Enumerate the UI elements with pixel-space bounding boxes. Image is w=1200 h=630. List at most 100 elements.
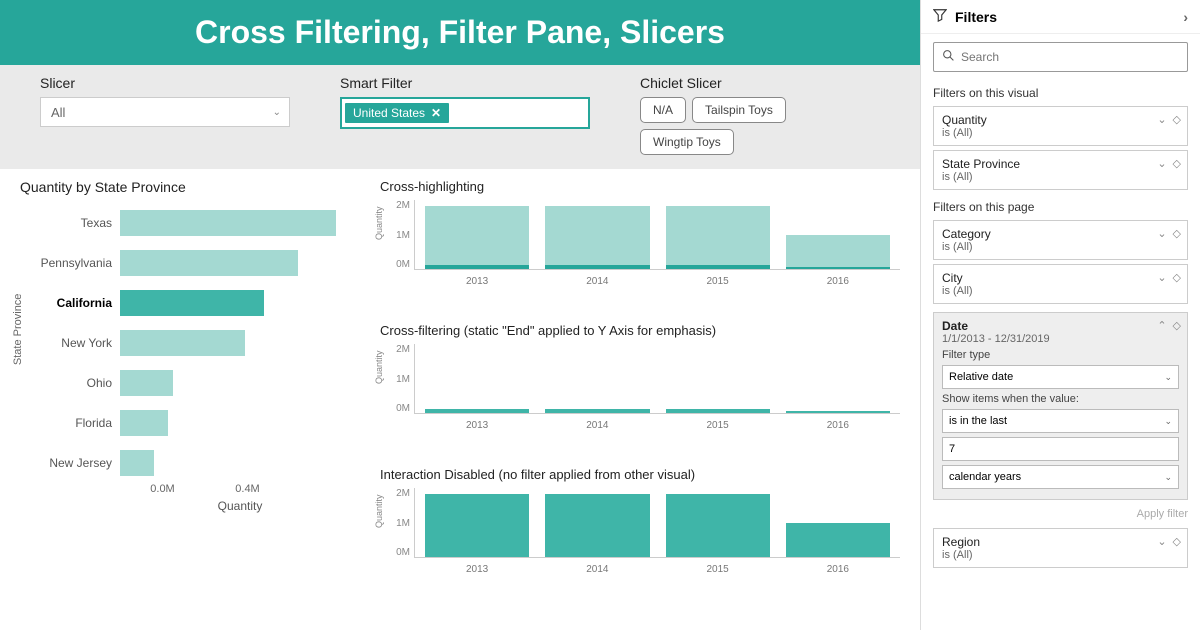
chiclet-button[interactable]: Tailspin Toys [692,97,786,123]
y-tick: 1M [380,374,410,385]
slicer-label: Slicer [40,75,290,91]
chevron-down-icon[interactable]: ⌄ [1157,157,1166,170]
column-bar[interactable] [666,265,770,269]
x-tick: 2016 [827,564,849,575]
column-chart[interactable]: Cross-highlighting Quantity 2M1M0M 20132… [380,179,900,309]
column-bar[interactable] [666,206,770,269]
column-bar[interactable] [786,523,890,558]
x-tick: 2014 [586,276,608,287]
chevron-down-icon: ⌄ [1164,472,1172,483]
smart-filter-label: Smart Filter [340,75,590,91]
filter-card[interactable]: Category is (All) ⌄◇ [933,220,1188,260]
hbar-chart[interactable]: Quantity by State Province State Provinc… [20,179,360,630]
filter-card-date[interactable]: Date 1/1/2013 - 12/31/2019 ⌃◇ Filter typ… [933,312,1188,500]
column-chart[interactable]: Cross-filtering (static "End" applied to… [380,323,900,453]
column-bar[interactable] [786,411,890,413]
number-input[interactable]: 7 [942,437,1179,461]
x-tick: 2013 [466,276,488,287]
date-range: 1/1/2013 - 12/31/2019 [942,333,1179,345]
hbar-bar[interactable] [120,210,336,236]
column-bar[interactable] [545,206,649,269]
x-tick: 2015 [707,420,729,431]
y-axis-label: Quantity [374,350,384,384]
section-visual-label: Filters on this visual [921,80,1200,102]
smart-filter-chip[interactable]: United States ✕ [345,103,449,123]
chevron-down-icon[interactable]: ⌄ [1157,535,1166,548]
apply-filter-button[interactable]: Apply filter [933,508,1188,520]
section-page-label: Filters on this page [921,194,1200,216]
column-bar[interactable] [545,409,649,413]
chart-title: Interaction Disabled (no filter applied … [380,467,900,482]
column-bar[interactable] [425,494,529,557]
hbar-category: New York [20,336,120,350]
filter-pane-header: Filters › [921,0,1200,34]
hbar-category: Ohio [20,376,120,390]
x-tick: 2015 [707,564,729,575]
filter-card-sub: is (All) [942,285,1179,297]
x-tick: 2016 [827,420,849,431]
slicer-dropdown[interactable]: All ⌄ [40,97,290,127]
unit-select[interactable]: calendar years⌄ [942,465,1179,489]
hbar-bar[interactable] [120,450,154,476]
clear-icon[interactable]: ◇ [1173,535,1181,548]
hbar-y-label: State Province [12,294,24,366]
y-tick: 0M [380,403,410,414]
y-axis-label: Quantity [374,206,384,240]
column-bar[interactable] [425,206,529,269]
filter-type-select[interactable]: Relative date⌄ [942,365,1179,389]
hbar-bar[interactable] [120,250,298,276]
chevron-down-icon[interactable]: ⌄ [1157,113,1166,126]
chevron-down-icon: ⌄ [1164,372,1172,383]
column-bar[interactable] [545,494,649,557]
filter-search-input[interactable] [961,50,1179,64]
y-tick: 2M [380,488,410,499]
filter-card-title: State Province [942,157,1179,171]
funnel-icon [933,8,947,25]
chiclet-button[interactable]: N/A [640,97,686,123]
hbar-bar[interactable] [120,370,173,396]
hbar-category: Texas [20,216,120,230]
clear-icon[interactable]: ◇ [1173,157,1181,170]
clear-icon[interactable]: ◇ [1173,271,1181,284]
filter-card-region[interactable]: Region is (All) ⌄◇ [933,528,1188,568]
column-bar[interactable] [666,409,770,413]
hbar-bar[interactable] [120,330,245,356]
chart-title: Cross-highlighting [380,179,900,194]
hbar-category: Florida [20,416,120,430]
clear-icon[interactable]: ◇ [1173,113,1181,126]
hbar-x-label: Quantity [120,499,360,513]
chip-remove-icon[interactable]: ✕ [431,106,441,120]
chiclet-button[interactable]: Wingtip Toys [640,129,734,155]
filter-card[interactable]: State Province is (All) ⌄◇ [933,150,1188,190]
collapse-icon[interactable]: ⌃ [1157,319,1166,332]
column-chart[interactable]: Interaction Disabled (no filter applied … [380,467,900,597]
column-bar[interactable] [786,235,890,270]
page-title: Cross Filtering, Filter Pane, Slicers [0,0,920,65]
hbar-title: Quantity by State Province [20,179,360,195]
hbar-bar[interactable] [120,290,264,316]
clear-icon[interactable]: ◇ [1173,227,1181,240]
expand-icon[interactable]: › [1183,9,1188,25]
filter-search[interactable] [933,42,1188,72]
x-tick: 0.0M [120,483,205,495]
y-tick: 2M [380,200,410,211]
column-bar[interactable] [666,494,770,557]
y-tick: 1M [380,518,410,529]
hbar-bar[interactable] [120,410,168,436]
chevron-down-icon[interactable]: ⌄ [1157,227,1166,240]
chevron-down-icon[interactable]: ⌄ [1157,271,1166,284]
column-bar[interactable] [425,265,529,269]
clear-icon[interactable]: ◇ [1173,319,1181,332]
region-sub: is (All) [942,549,1179,561]
hbar-category: Pennsylvania [20,256,120,270]
filter-card[interactable]: City is (All) ⌄◇ [933,264,1188,304]
column-bar[interactable] [545,265,649,269]
smart-filter-input[interactable]: United States ✕ [340,97,590,129]
filter-card-sub: is (All) [942,241,1179,253]
column-bar[interactable] [425,409,529,413]
condition-select[interactable]: is in the last⌄ [942,409,1179,433]
y-tick: 2M [380,344,410,355]
filter-card[interactable]: Quantity is (All) ⌄◇ [933,106,1188,146]
column-bar[interactable] [786,267,890,269]
filter-type-label: Filter type [942,349,1179,361]
